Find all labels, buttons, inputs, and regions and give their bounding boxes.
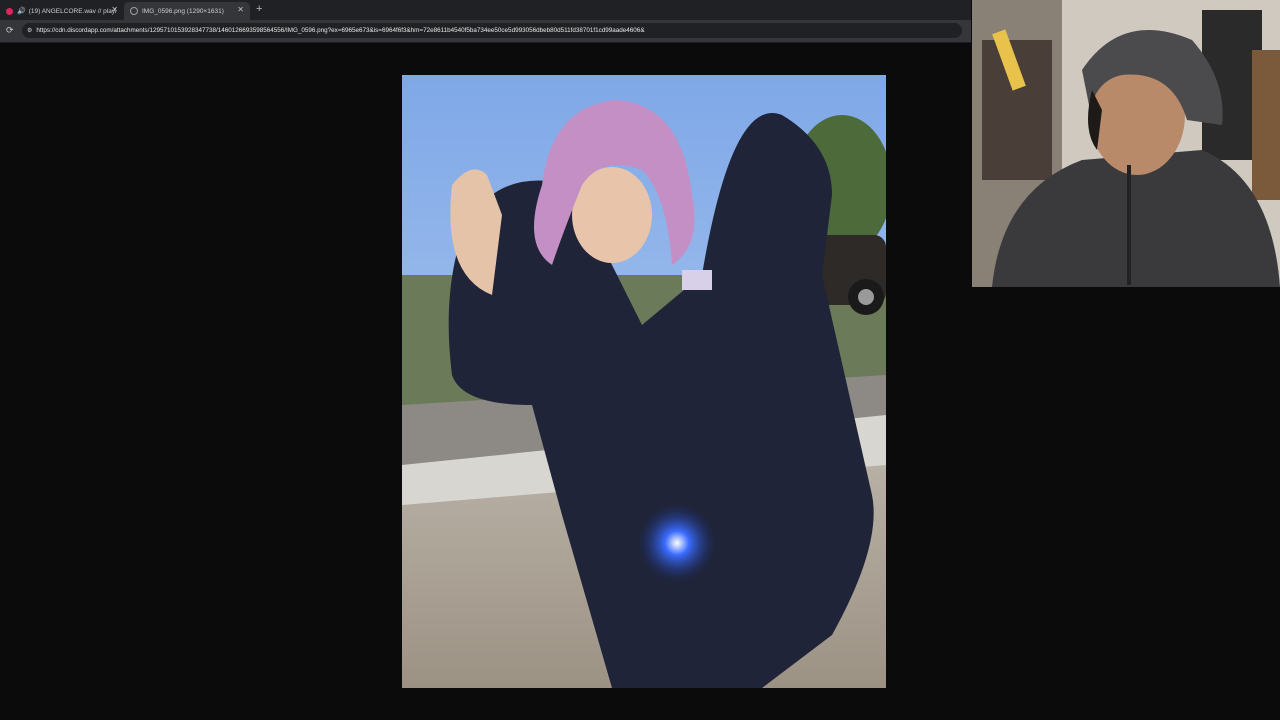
webcam-overlay <box>972 0 1280 287</box>
webcam-illustration <box>972 0 1280 287</box>
address-bar: ⟳ ⚙ https://cdn.discordapp.com/attachmen… <box>0 20 971 43</box>
close-tab-icon[interactable]: ✕ <box>111 5 118 14</box>
url-text[interactable]: https://cdn.discordapp.com/attachments/1… <box>36 27 644 34</box>
site-info-icon[interactable]: ⚙ <box>27 27 32 34</box>
speaker-icon[interactable]: 🔊 <box>17 7 26 15</box>
tab-image[interactable]: IMG_0596.png (1290×1631) ✕ <box>124 2 250 20</box>
tab-title: IMG_0596.png (1290×1631) <box>142 7 224 15</box>
tab-title: (19) ANGELCORE.wav // playi <box>28 7 117 15</box>
new-tab-button[interactable]: + <box>256 3 262 15</box>
tab-angelcore[interactable]: 🔊 (19) ANGELCORE.wav // playi ✕ <box>0 2 124 20</box>
photo-illustration <box>402 75 886 688</box>
url-field[interactable]: ⚙ https://cdn.discordapp.com/attachments… <box>22 23 962 38</box>
globe-icon <box>130 7 138 15</box>
tab-bar: 🔊 (19) ANGELCORE.wav // playi ✕ IMG_0596… <box>0 0 971 20</box>
youtube-favicon-icon <box>6 7 13 15</box>
close-tab-icon[interactable]: ✕ <box>237 5 244 14</box>
displayed-photo[interactable] <box>402 75 886 688</box>
reload-icon[interactable]: ⟳ <box>6 25 14 36</box>
